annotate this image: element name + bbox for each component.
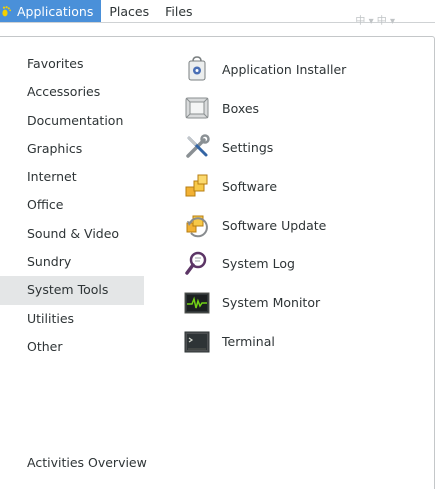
category-accessories[interactable]: Accessories — [0, 78, 144, 106]
places-menu[interactable]: Places — [101, 0, 157, 22]
system-monitor-icon — [183, 289, 211, 317]
app-list: Application Installer Boxes Settings Sof… — [183, 50, 433, 361]
category-favorites[interactable]: Favorites — [0, 50, 144, 78]
app-settings[interactable]: Settings — [183, 128, 433, 167]
app-label: Terminal — [222, 334, 275, 350]
category-sound-video[interactable]: Sound & Video — [0, 220, 144, 248]
tray-text: 中 ▾ 中 ▾ — [355, 16, 395, 27]
app-terminal[interactable]: Terminal — [183, 322, 433, 361]
terminal-icon — [183, 328, 211, 356]
application-installer-icon — [183, 55, 211, 83]
app-label: Software Update — [222, 217, 327, 233]
app-software[interactable]: Software — [183, 167, 433, 206]
settings-icon — [183, 133, 211, 161]
category-list: Favorites Accessories Documentation Grap… — [0, 50, 144, 361]
app-label: System Monitor — [222, 295, 321, 311]
app-label: System Log — [222, 256, 295, 272]
applications-menu[interactable]: Applications — [0, 0, 102, 22]
app-label: Settings — [222, 139, 274, 155]
top-bar: Applications Places Files 中 ▾ 中 ▾ — [0, 0, 435, 27]
app-software-update[interactable]: Software Update — [183, 206, 433, 245]
category-internet[interactable]: Internet — [0, 163, 144, 191]
software-icon — [183, 172, 211, 200]
app-system-monitor[interactable]: System Monitor — [183, 283, 433, 322]
applications-menu-label: Applications — [17, 3, 94, 19]
gnome-foot-icon — [0, 5, 13, 18]
category-utilities[interactable]: Utilities — [0, 305, 144, 333]
category-graphics[interactable]: Graphics — [0, 135, 144, 163]
system-log-icon — [183, 250, 211, 278]
app-label: Application Installer — [222, 61, 347, 77]
app-label: Software — [222, 178, 278, 194]
category-sundry[interactable]: Sundry — [0, 248, 144, 276]
category-other[interactable]: Other — [0, 333, 144, 361]
app-application-installer[interactable]: Application Installer — [183, 50, 433, 89]
category-office[interactable]: Office — [0, 191, 144, 219]
files-menu[interactable]: Files — [157, 0, 200, 22]
places-menu-label: Places — [109, 3, 150, 19]
boxes-icon — [183, 94, 211, 122]
files-menu-label: Files — [165, 3, 193, 19]
category-system-tools[interactable]: System Tools — [0, 276, 144, 305]
applications-popup: Favorites Accessories Documentation Grap… — [0, 36, 435, 489]
app-boxes[interactable]: Boxes — [183, 89, 433, 128]
category-documentation[interactable]: Documentation — [0, 107, 144, 135]
software-update-icon — [183, 211, 211, 239]
app-system-log[interactable]: System Log — [183, 244, 433, 283]
app-label: Boxes — [222, 100, 260, 116]
activities-overview[interactable]: Activities Overview — [27, 455, 147, 470]
